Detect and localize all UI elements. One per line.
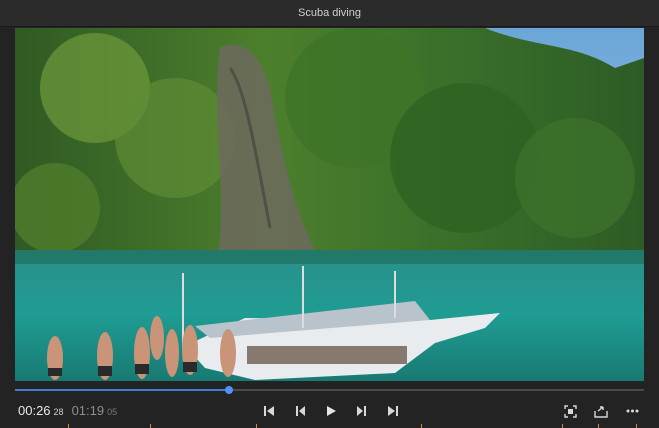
step-forward-button[interactable] (351, 400, 373, 422)
video-frame (15, 28, 644, 381)
play-icon (327, 406, 336, 416)
timecode-display: 00:26 28 01:19 05 (18, 403, 117, 418)
timeline-marker (68, 424, 69, 428)
export-icon (594, 405, 608, 418)
window-title: Scuba diving (298, 7, 361, 19)
step-back-button[interactable] (289, 400, 311, 422)
timeline-marker (421, 424, 422, 428)
window-titlebar: Scuba diving (0, 0, 659, 27)
fit-frame-icon (563, 404, 577, 418)
duration-frames: 05 (107, 407, 118, 417)
timeline-markers (0, 424, 659, 428)
timeline-marker (598, 424, 599, 428)
current-time: 00:26 (18, 403, 51, 418)
step-back-icon (296, 406, 305, 416)
viewer-tools (550, 400, 643, 422)
scrubber-played (15, 389, 229, 391)
timeline-marker (256, 424, 257, 428)
timeline-scrubber[interactable] (15, 386, 644, 394)
timeline-marker (150, 424, 151, 428)
current-frames: 28 (53, 407, 64, 417)
skip-to-start-icon (264, 406, 274, 416)
more-options-icon (626, 409, 638, 413)
transport-buttons (258, 400, 413, 422)
timeline-marker (636, 424, 637, 428)
play-button[interactable] (320, 400, 342, 422)
more-options-button[interactable] (621, 400, 643, 422)
export-button[interactable] (590, 400, 612, 422)
video-viewer[interactable] (15, 28, 644, 381)
fit-frame-button[interactable] (559, 400, 581, 422)
playhead-handle[interactable] (224, 386, 233, 394)
go-to-end-button[interactable] (382, 400, 404, 422)
step-forward-icon (357, 406, 366, 416)
skip-to-end-icon (388, 406, 398, 416)
timeline-marker (562, 424, 563, 428)
playback-controls: 00:26 28 01:19 05 (0, 400, 659, 422)
go-to-start-button[interactable] (258, 400, 280, 422)
total-duration: 01:19 (71, 403, 105, 418)
